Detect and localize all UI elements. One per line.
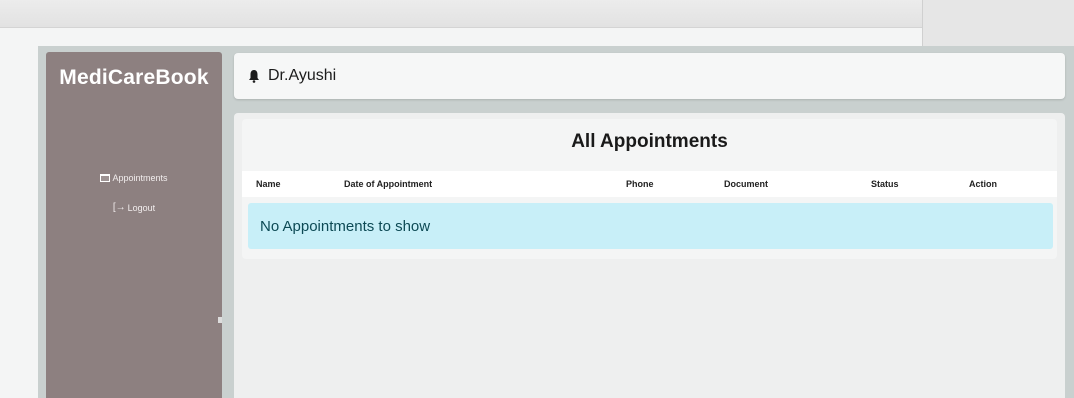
browser-top-right-area xyxy=(922,0,1074,46)
calendar-icon xyxy=(100,174,111,182)
sidebar-item-label: Appointments xyxy=(112,173,168,183)
column-header-document: Document xyxy=(724,179,769,189)
top-header: Dr.Ayushi xyxy=(234,53,1065,99)
mouse-cursor xyxy=(218,317,222,323)
bell-icon[interactable] xyxy=(248,69,260,83)
sidebar-item-appointments[interactable]: Appointments xyxy=(46,173,222,183)
appointments-card: All Appointments Name Date of Appointmen… xyxy=(242,119,1057,259)
empty-state-message: No Appointments to show xyxy=(248,203,1053,249)
column-header-action: Action xyxy=(969,179,997,189)
page-title: All Appointments xyxy=(571,131,728,152)
column-header-status: Status xyxy=(871,179,899,189)
sidebar: MediCareBook Appointments [→ Logout xyxy=(46,52,222,398)
browser-top-strip xyxy=(0,0,1074,28)
sidebar-item-label: Logout xyxy=(127,203,156,213)
content-panel: All Appointments Name Date of Appointmen… xyxy=(234,113,1065,398)
logout-icon: [→ xyxy=(112,202,126,213)
brand-logo: MediCareBook xyxy=(59,66,209,89)
column-header-name: Name xyxy=(256,179,281,189)
sidebar-item-logout[interactable]: [→ Logout xyxy=(46,202,222,214)
user-name: Dr.Ayushi xyxy=(268,67,337,84)
column-header-phone: Phone xyxy=(626,179,654,189)
column-header-date: Date of Appointment xyxy=(344,179,433,189)
table-header: Name Date of Appointment Phone Document … xyxy=(242,171,1057,197)
